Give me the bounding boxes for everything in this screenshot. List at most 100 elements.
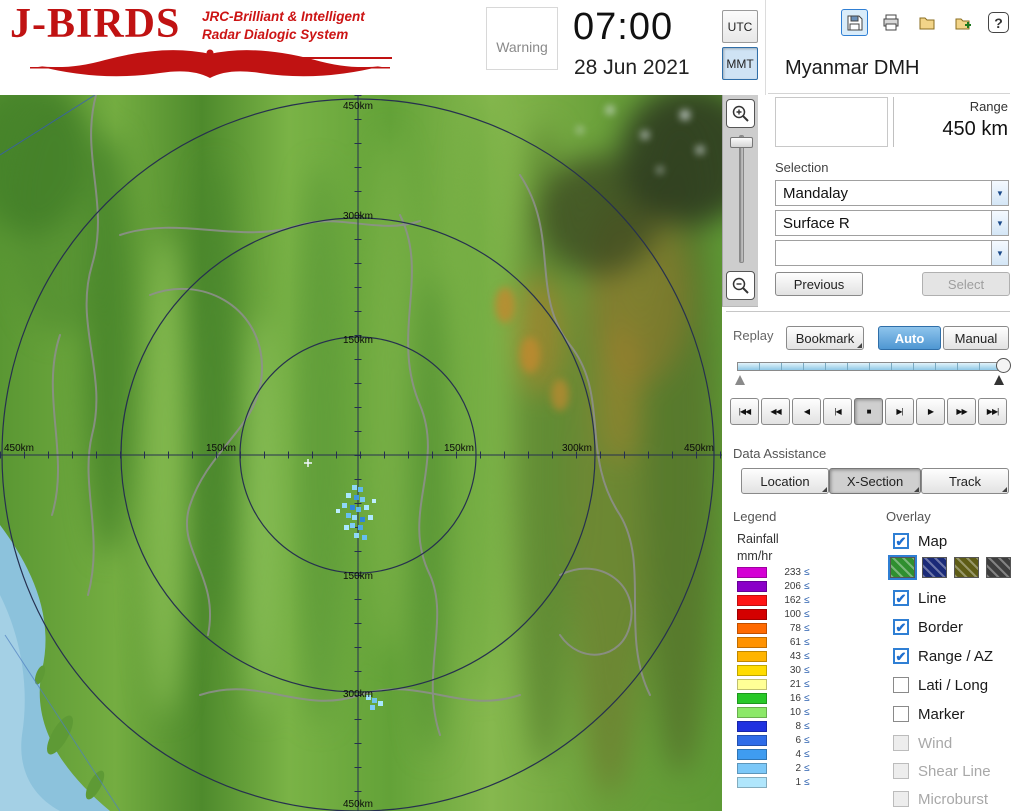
auto-button[interactable]: Auto [878, 326, 941, 350]
legend-color-chip [737, 566, 767, 578]
export-button[interactable] [949, 9, 976, 36]
legend-row: 78 ≤ [737, 621, 810, 635]
location-button[interactable]: Location [741, 468, 829, 494]
shear-line-checkbox: ✔ [893, 763, 909, 779]
step-back-button[interactable]: |◀ [823, 398, 852, 425]
zoom-out-icon [732, 277, 749, 294]
border-checkbox[interactable]: ✔ [893, 619, 909, 635]
track-button-label: Track [948, 473, 982, 489]
logo-title: J-BIRDS [10, 1, 181, 47]
fast-forward-button[interactable]: ▶▶ [947, 398, 976, 425]
bookmark-button[interactable]: Bookmark [786, 326, 864, 350]
product-dropdown[interactable]: Surface R ▼ [775, 210, 1009, 236]
overlay-item-border[interactable]: ✔ Border [893, 617, 963, 637]
marker-checkbox[interactable]: ✔ [893, 706, 909, 722]
legend-row: 10 ≤ [737, 705, 810, 719]
save-button[interactable] [841, 9, 868, 36]
eagle-logo-icon [30, 49, 390, 78]
zoom-slider-handle[interactable] [730, 137, 753, 148]
chevron-down-icon[interactable]: ▼ [991, 211, 1008, 235]
legend-value: 6 [795, 734, 801, 746]
replay-timeline[interactable] [737, 362, 1005, 371]
check-icon: ✔ [895, 590, 907, 606]
legend-color-chip [737, 720, 767, 732]
timeline-end-marker[interactable] [994, 375, 1004, 385]
legend-row: 162 ≤ [737, 593, 810, 607]
clock-date: 28 Jun 2021 [574, 56, 690, 79]
station-dropdown[interactable]: Mandalay ▼ [775, 180, 1009, 206]
map-range-label: 150km [343, 335, 373, 346]
legend-color-chip [737, 636, 767, 648]
jbirds-app: J-BIRDS JRC-Brilliant & Intelligent Rada… [0, 0, 1030, 811]
overlay-item-microburst: ✔ Microburst [893, 789, 988, 809]
logo-subtitle-line1: JRC-Brilliant & Intelligent [202, 9, 365, 24]
legend-color-chip [737, 748, 767, 760]
overlay-item-lati-long[interactable]: ✔ Lati / Long [893, 675, 988, 695]
utc-button[interactable]: UTC [722, 10, 758, 43]
legend-row: 30 ≤ [737, 663, 810, 677]
mmt-button[interactable]: MMT [722, 47, 758, 80]
zoom-slider-track[interactable] [739, 135, 744, 263]
chevron-down-icon[interactable]: ▼ [991, 241, 1008, 265]
help-button[interactable]: ? [985, 9, 1012, 36]
overlay-item-map[interactable]: ✔ Map [893, 531, 947, 551]
folder-plus-icon [955, 18, 971, 29]
legend-value: 21 [789, 678, 801, 690]
select-button[interactable]: Select [922, 272, 1010, 296]
range-az-checkbox[interactable]: ✔ [893, 648, 909, 664]
chevron-down-icon[interactable]: ▼ [991, 181, 1008, 205]
zoom-in-button[interactable] [726, 99, 755, 128]
overlay-item-label: Map [918, 532, 948, 550]
legend-operator: ≤ [804, 734, 810, 746]
map-range-label: 150km [206, 443, 236, 454]
map-style-swatch-green[interactable] [888, 555, 917, 580]
legend-operator: ≤ [804, 762, 810, 774]
legend-operator: ≤ [804, 566, 810, 578]
manual-button[interactable]: Manual [943, 326, 1009, 350]
map-style-swatch-gray[interactable] [986, 557, 1011, 578]
previous-button[interactable]: Previous [775, 272, 863, 296]
timeline-start-marker[interactable] [735, 375, 745, 385]
selection-label: Selection [775, 160, 829, 175]
product-dropdown-value: Surface R [783, 214, 850, 232]
overlay-item-range-az[interactable]: ✔ Range / AZ [893, 646, 993, 666]
legend-color-chip [737, 706, 767, 718]
stop-button[interactable]: ■ [854, 398, 883, 425]
line-checkbox[interactable]: ✔ [893, 590, 909, 606]
radar-map[interactable]: 450km 300km 150km 150km 300km 450km 450k… [0, 95, 722, 811]
skip-to-start-button[interactable]: |◀◀ [730, 398, 759, 425]
legend-operator: ≤ [804, 678, 810, 690]
range-label: Range [969, 99, 1008, 114]
map-style-picker [888, 555, 1011, 580]
map-style-swatch-navy[interactable] [922, 557, 947, 578]
option-dropdown[interactable]: ▼ [775, 240, 1009, 266]
map-checkbox[interactable]: ✔ [893, 533, 909, 549]
legend-operator: ≤ [804, 650, 810, 662]
legend-color-chip [737, 734, 767, 746]
fast-rewind-button[interactable]: ◀◀ [761, 398, 790, 425]
open-folder-button[interactable] [913, 9, 940, 36]
legend-row: 206 ≤ [737, 579, 810, 593]
overlay-item-label: Range / AZ [918, 647, 994, 665]
x-section-button[interactable]: X-Section [829, 468, 921, 494]
map-style-swatch-olive[interactable] [954, 557, 979, 578]
legend-unit-line2: mm/hr [737, 548, 773, 563]
step-forward-button[interactable]: ▶| [885, 398, 914, 425]
warning-label: Warning [496, 39, 548, 55]
overlay-label: Overlay [886, 509, 931, 524]
skip-to-end-button[interactable]: ▶▶| [978, 398, 1007, 425]
legend-row: 100 ≤ [737, 607, 810, 621]
legend-value: 61 [789, 636, 801, 648]
legend-operator: ≤ [804, 692, 810, 704]
legend-operator: ≤ [804, 706, 810, 718]
play-reverse-button[interactable]: ◀ [792, 398, 821, 425]
play-button[interactable]: ▶ [916, 398, 945, 425]
zoom-out-button[interactable] [726, 271, 755, 300]
timeline-handle[interactable] [996, 358, 1011, 373]
legend-operator: ≤ [804, 622, 810, 634]
overlay-item-line[interactable]: ✔ Line [893, 588, 946, 608]
print-button[interactable] [877, 9, 904, 36]
track-button[interactable]: Track [921, 468, 1009, 494]
lati-long-checkbox[interactable]: ✔ [893, 677, 909, 693]
overlay-item-marker[interactable]: ✔ Marker [893, 704, 965, 724]
